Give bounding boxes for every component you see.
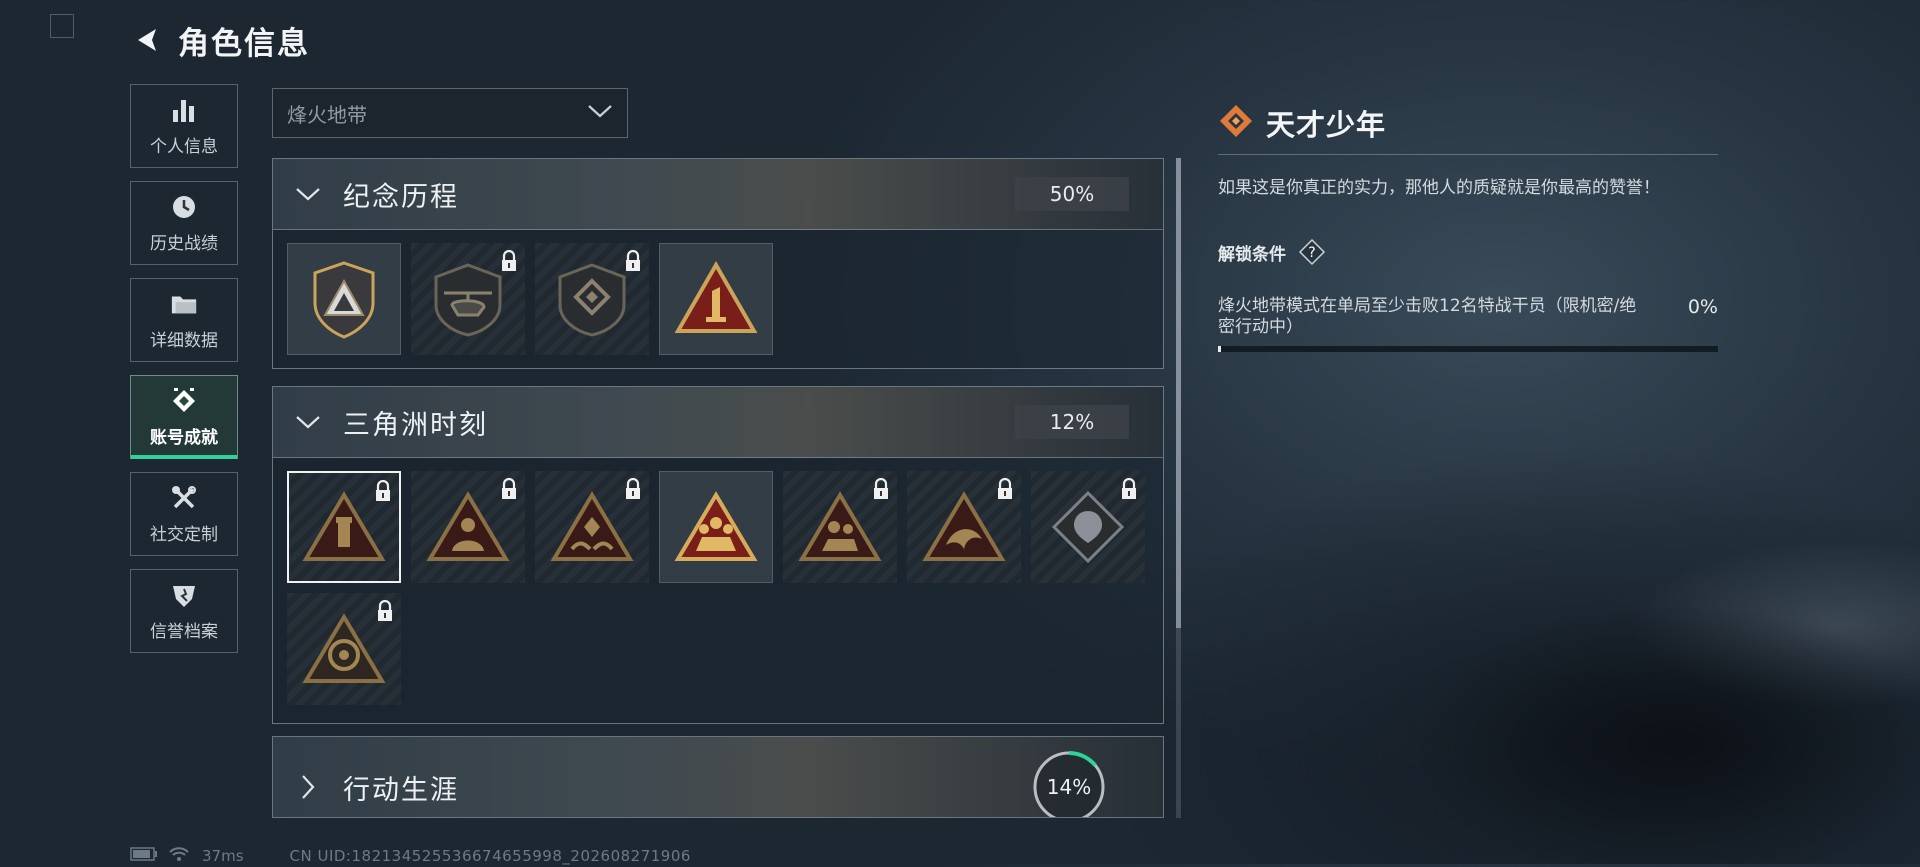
clock-icon [170, 193, 198, 221]
shield-badge-icon [313, 261, 375, 339]
achievement-title: 天才少年 [1266, 108, 1387, 142]
lock-icon [998, 478, 1012, 499]
category-title: 行动生涯 [343, 774, 459, 806]
achievement-badge[interactable] [411, 471, 525, 583]
hands-badge-icon [550, 491, 634, 561]
svg-text:?: ? [1308, 245, 1315, 261]
help-icon[interactable]: ? [1298, 238, 1326, 266]
lock-icon [376, 480, 390, 501]
lock-icon [378, 600, 392, 621]
category-title: 三角洲时刻 [343, 409, 488, 441]
lock-icon [874, 478, 888, 499]
category-header[interactable]: 三角洲时刻 12% [273, 387, 1163, 458]
chevron-down-icon [273, 414, 343, 430]
sidebar-item-label: 信誉档案 [150, 621, 218, 642]
folder-icon [170, 290, 198, 318]
category-career: 行动生涯 14% [272, 736, 1164, 818]
user-uid: CN UID:18213452553667465599​8_2026082719… [289, 847, 691, 865]
sidebar-item-achievements[interactable]: 账号成就 [130, 375, 238, 459]
unlock-condition-label: 解锁条件 [1218, 244, 1286, 265]
detail-header: 天才少年 [1218, 100, 1718, 155]
lock-icon [626, 250, 640, 271]
sidebar-item-personal-info[interactable]: 个人信息 [130, 84, 238, 168]
gasmask-badge-icon [302, 613, 386, 683]
mode-select-value: 烽火地带 [287, 102, 367, 127]
category-percent: 12% [1015, 405, 1129, 439]
achievement-badge[interactable] [659, 471, 773, 583]
lock-icon [502, 250, 516, 271]
achievement-badge[interactable] [287, 593, 401, 705]
sidebar-item-label: 个人信息 [150, 136, 218, 157]
unlock-condition-header: 解锁条件 ? [1218, 238, 1718, 266]
achievement-badge[interactable] [411, 243, 525, 355]
category-title: 纪念历程 [343, 181, 459, 213]
achievement-description: 如果这是你真正的实力，那他人的质疑就是你最高的赞誉！ [1218, 178, 1660, 198]
sidebar-item-details[interactable]: 详细数据 [130, 278, 238, 362]
unlock-condition-text: 烽火地带模式在单局至少击败12名特战干员（限机密/绝密行动中） [1218, 296, 1637, 337]
achievement-badge[interactable] [535, 243, 649, 355]
sidebar-item-social[interactable]: 社交定制 [130, 472, 238, 556]
category-percent: 14% [1046, 775, 1092, 799]
category-header[interactable]: 纪念历程 50% [273, 159, 1163, 230]
unlock-progress-fill [1218, 346, 1221, 352]
helicopter-badge-icon [434, 263, 502, 337]
lock-icon [626, 478, 640, 499]
achievement-badge[interactable] [783, 471, 897, 583]
achievement-detail-panel: 天才少年 如果这是你真正的实力，那他人的质疑就是你最高的赞誉！ 解锁条件 ? 烽… [1218, 100, 1718, 352]
unlock-condition-percent: 0% [1687, 296, 1718, 318]
bar-chart-icon [170, 96, 198, 124]
sidebar-item-label: 历史战绩 [150, 233, 218, 254]
shield-star-icon [170, 581, 198, 609]
battery-icon [130, 847, 158, 865]
badge-grid [273, 230, 1163, 368]
sidebar-item-label: 社交定制 [150, 524, 218, 545]
back-arrow-icon[interactable] [130, 23, 164, 57]
achievement-badge-selected[interactable] [287, 471, 401, 583]
sidebar-item-label: 账号成就 [150, 427, 218, 448]
squad-badge-icon [798, 491, 882, 561]
ping-value: 37ms [202, 847, 244, 865]
sidebar-item-reputation[interactable]: 信誉档案 [130, 569, 238, 653]
scrollbar-thumb[interactable] [1176, 158, 1181, 628]
achievement-badge[interactable] [1031, 471, 1145, 583]
achievement-badge[interactable] [907, 471, 1021, 583]
mode-select[interactable]: 烽火地带 [272, 88, 628, 138]
eagle-badge-icon [922, 491, 1006, 561]
unlock-condition-row: 烽火地带模式在单局至少击败12名特战干员（限机密/绝密行动中） 0% [1218, 296, 1718, 338]
list-scrollbar[interactable] [1176, 158, 1181, 818]
operator-badge-icon [426, 491, 510, 561]
diamond-rank-icon [1218, 103, 1254, 143]
corner-marker [50, 14, 74, 38]
background-mountain [1160, 484, 1920, 864]
number-one-badge-icon [674, 261, 758, 333]
category-percent: 50% [1015, 177, 1129, 211]
sidebar: 个人信息 历史战绩 详细数据 账号成就 社交定制 信誉档案 [130, 84, 240, 666]
badge-grid [273, 458, 1163, 718]
chevron-down-icon [587, 103, 613, 123]
chevron-right-icon [273, 774, 343, 800]
page-title: 角色信息 [178, 25, 310, 62]
sidebar-item-label: 详细数据 [150, 330, 218, 351]
category-memorial: 纪念历程 50% [272, 158, 1164, 369]
emblem-badge-icon [558, 263, 626, 337]
unlock-progress-bar [1218, 346, 1718, 352]
sidebar-item-history[interactable]: 历史战绩 [130, 181, 238, 265]
chevron-down-icon [273, 186, 343, 202]
achievement-icon [170, 387, 198, 415]
lock-icon [502, 478, 516, 499]
team-badge-icon [674, 491, 758, 561]
category-header[interactable]: 行动生涯 14% [273, 737, 1163, 817]
lock-icon [1122, 478, 1136, 499]
category-delta-moments: 三角洲时刻 12% [272, 386, 1164, 724]
achievement-badge[interactable] [535, 471, 649, 583]
diamond-badge-icon [1051, 490, 1125, 564]
achievement-badge[interactable] [287, 243, 401, 355]
achievement-badge[interactable] [659, 243, 773, 355]
tools-icon [170, 484, 198, 512]
header: 角色信息 [130, 18, 310, 62]
